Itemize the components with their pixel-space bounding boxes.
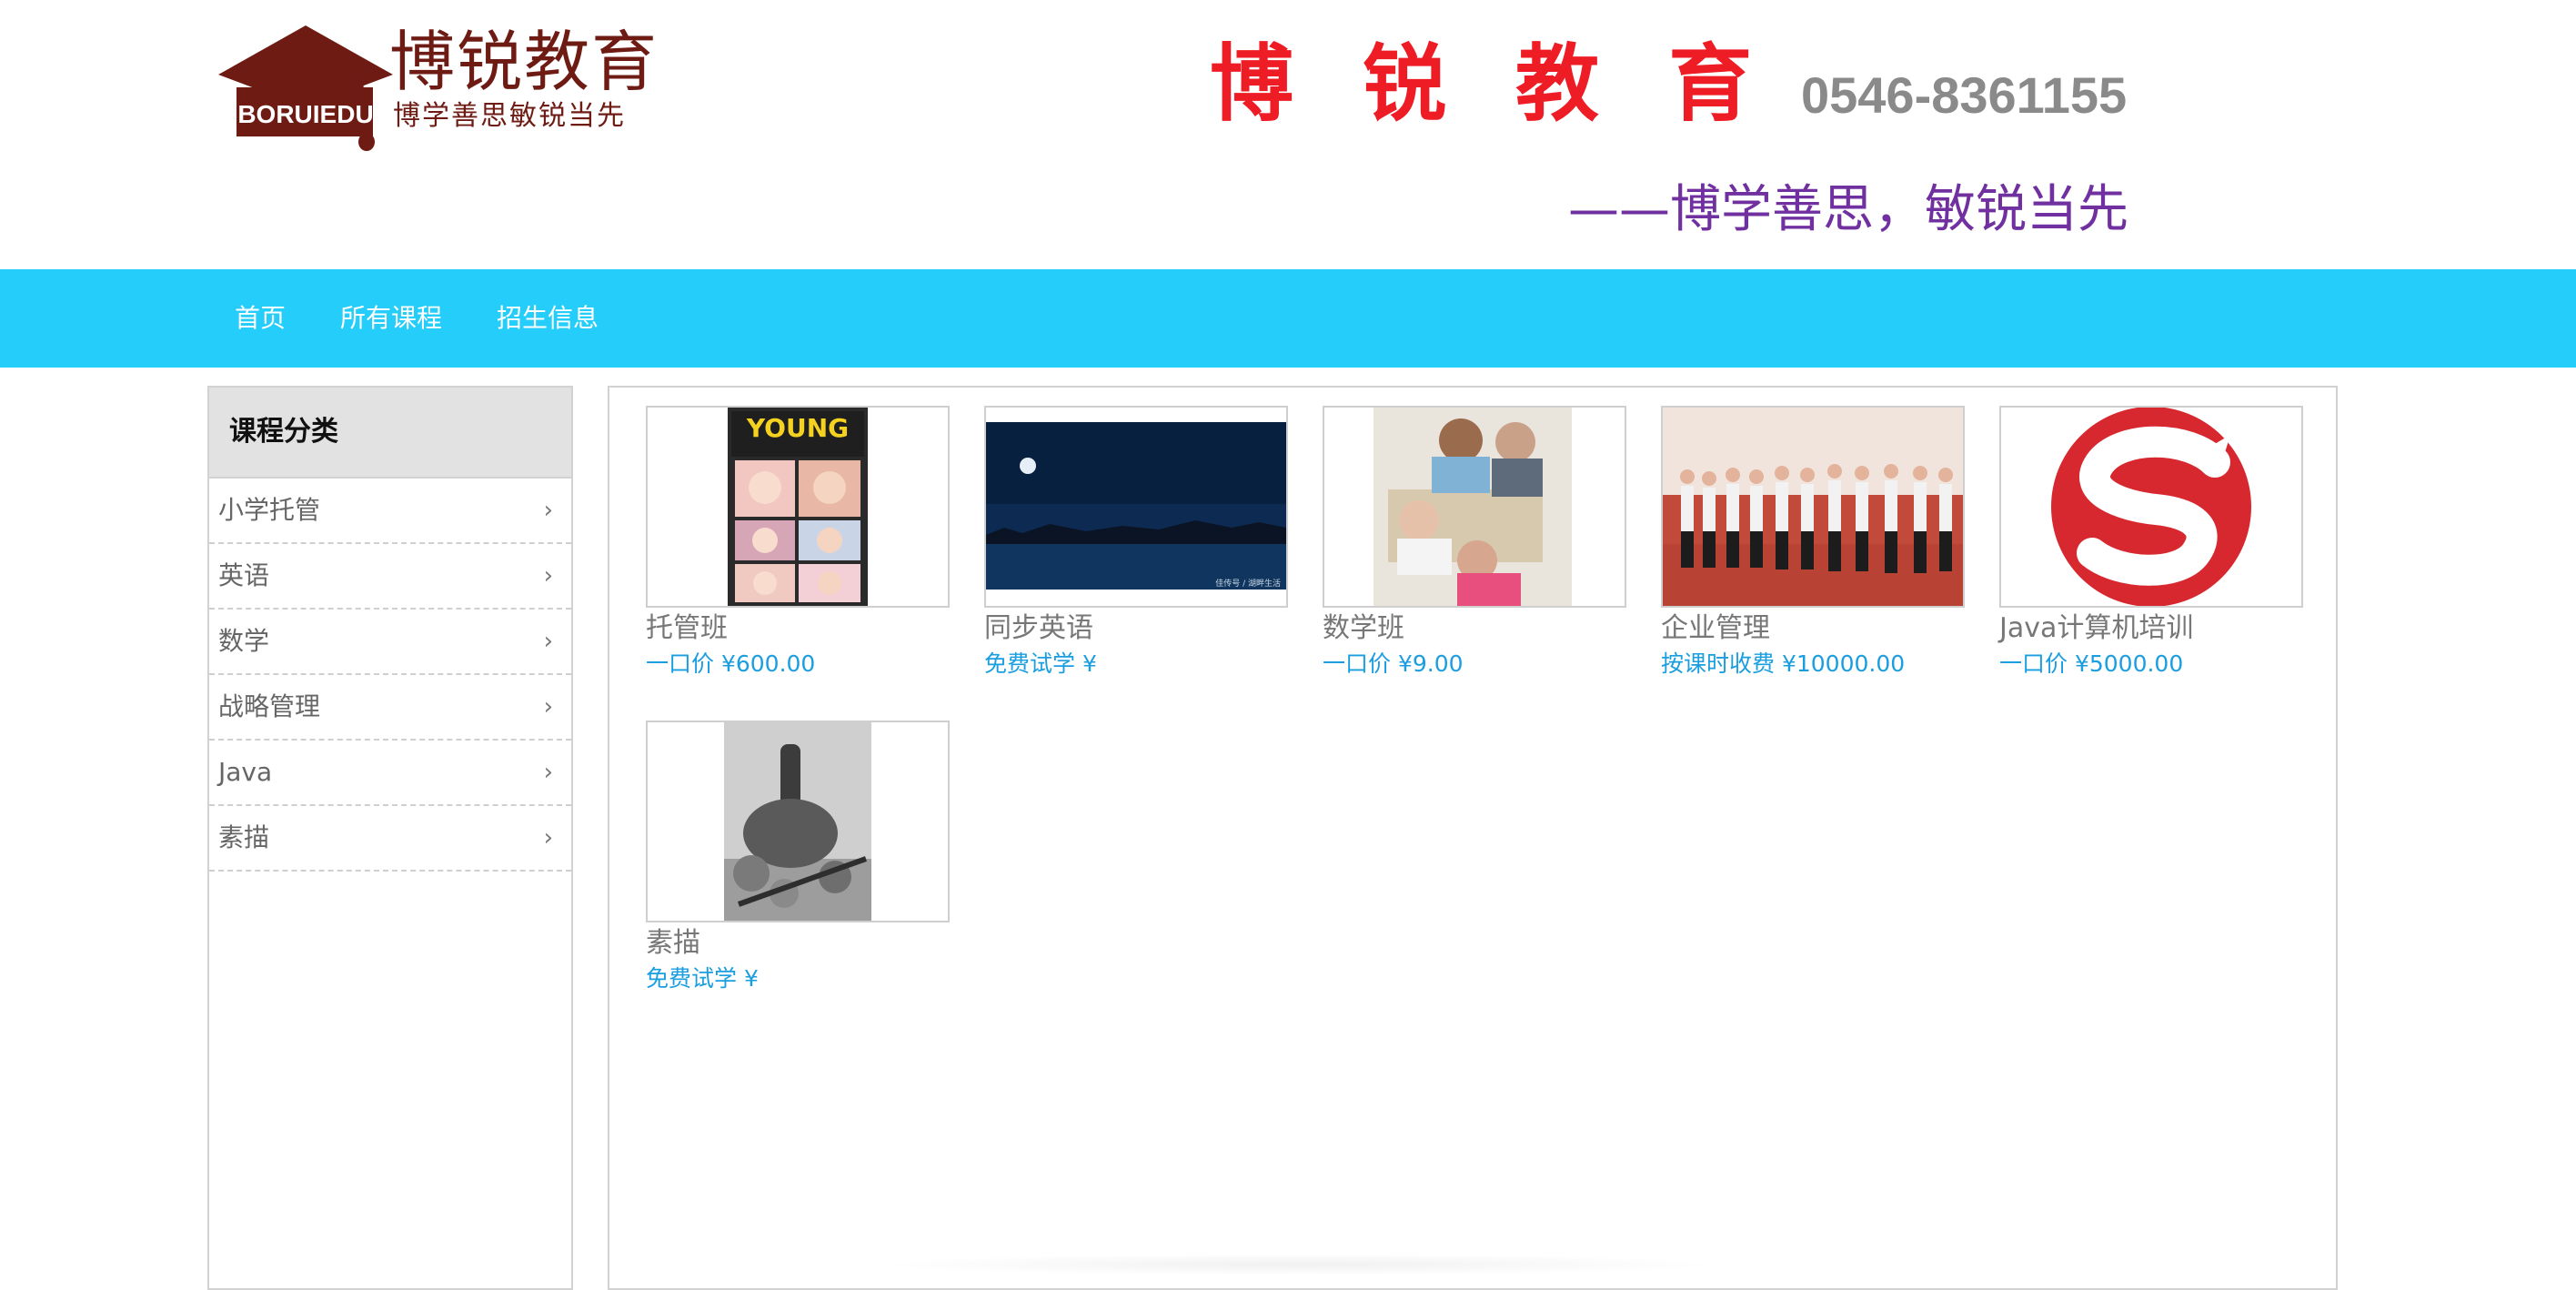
category-label: 小学托管 xyxy=(218,495,321,525)
course-price: 免费试学 ¥ xyxy=(984,650,1097,677)
course-image[interactable] xyxy=(1999,406,2303,608)
logo-text: BORUIEDU xyxy=(237,100,373,128)
course-card[interactable]: 佳传号 / 湖畔生活 同步英语 免费试学 ¥ xyxy=(984,406,1288,680)
chevron-right-icon: › xyxy=(543,759,553,786)
course-name[interactable]: 数学班 xyxy=(1323,610,1626,648)
graduation-cap-icon: BORUIEDU xyxy=(218,25,393,151)
logo-name: 博锐教育 xyxy=(389,24,659,100)
course-card[interactable]: 数学班 一口价 ¥9.00 xyxy=(1323,406,1626,680)
course-price: 一口价 ¥600.00 xyxy=(646,650,816,677)
chevron-right-icon: › xyxy=(543,693,553,721)
image-caption: 佳传号 / 湖畔生活 xyxy=(1215,578,1281,589)
chevron-right-icon: › xyxy=(543,497,553,524)
category-item-primary-care[interactable]: 小学托管 › xyxy=(209,479,571,544)
course-card[interactable]: 企业管理 按课时收费 ¥10000.00 xyxy=(1661,406,1965,680)
course-name[interactable]: Java计算机培训 xyxy=(1999,610,2303,648)
category-item-sketch[interactable]: 素描 › xyxy=(209,806,571,872)
course-name[interactable]: 同步英语 xyxy=(984,610,1288,648)
course-name[interactable]: 托管班 xyxy=(646,610,950,648)
sidebar-title: 课程分类 xyxy=(209,388,571,479)
nav-home[interactable]: 首页 xyxy=(235,269,286,368)
footer-shadow xyxy=(873,1254,1728,1275)
course-image[interactable]: YOUNG xyxy=(646,406,950,608)
course-name[interactable]: 企业管理 xyxy=(1661,610,1965,648)
course-image[interactable] xyxy=(646,721,950,922)
nav-enrollment-info[interactable]: 招生信息 xyxy=(497,269,599,368)
course-card[interactable]: 素描 免费试学 ¥ xyxy=(646,721,950,995)
chevron-right-icon: › xyxy=(543,562,553,590)
category-item-english[interactable]: 英语 › xyxy=(209,544,571,610)
category-item-java[interactable]: Java › xyxy=(209,741,571,806)
course-price: 一口价 ¥5000.00 xyxy=(1999,650,2184,677)
course-image[interactable] xyxy=(1661,406,1965,608)
course-image[interactable] xyxy=(1323,406,1626,608)
category-label: 数学 xyxy=(218,626,270,656)
svg-text:YOUNG: YOUNG xyxy=(746,413,849,443)
category-label: 素描 xyxy=(218,822,270,852)
course-price: 一口价 ¥9.00 xyxy=(1323,650,1464,677)
course-grid: YOUNG 托管班 一口价 ¥600.00 佳传号 / 湖畔生活 同步英语 免费… xyxy=(608,386,2338,1290)
course-name[interactable]: 素描 xyxy=(646,924,950,962)
category-item-strategy[interactable]: 战略管理 › xyxy=(209,675,571,741)
category-label: 英语 xyxy=(218,560,270,590)
category-label: Java xyxy=(218,757,273,787)
course-card[interactable]: Java计算机培训 一口价 ¥5000.00 xyxy=(1999,406,2303,680)
course-price: 免费试学 ¥ xyxy=(646,965,759,992)
chevron-right-icon: › xyxy=(543,628,553,655)
nav-all-courses[interactable]: 所有课程 xyxy=(340,269,442,368)
chevron-right-icon: › xyxy=(543,824,553,852)
course-image[interactable]: 佳传号 / 湖畔生活 xyxy=(984,406,1288,608)
logo-slogan: 博学善思敏锐当先 xyxy=(393,100,626,132)
main-nav: 首页 所有课程 招生信息 xyxy=(0,269,2576,368)
logo[interactable]: BORUIEDU 博锐教育 博学善思敏锐当先 xyxy=(215,24,657,151)
category-item-math[interactable]: 数学 › xyxy=(209,610,571,675)
category-label: 战略管理 xyxy=(218,691,321,721)
site-title: 博 锐 教 育 xyxy=(1210,35,1773,133)
course-card[interactable]: YOUNG 托管班 一口价 ¥600.00 xyxy=(646,406,950,680)
category-sidebar: 课程分类 小学托管 › 英语 › 数学 › 战略管理 › Java › 素描 › xyxy=(207,386,573,1290)
site-header: BORUIEDU 博锐教育 博学善思敏锐当先 博 锐 教 育 0546-8361… xyxy=(0,0,2576,269)
course-price: 按课时收费 ¥10000.00 xyxy=(1661,650,1906,677)
phone-number: 0546-8361155 xyxy=(1801,66,2128,124)
motto: ——博学善思，敏锐当先 xyxy=(1568,180,2128,239)
